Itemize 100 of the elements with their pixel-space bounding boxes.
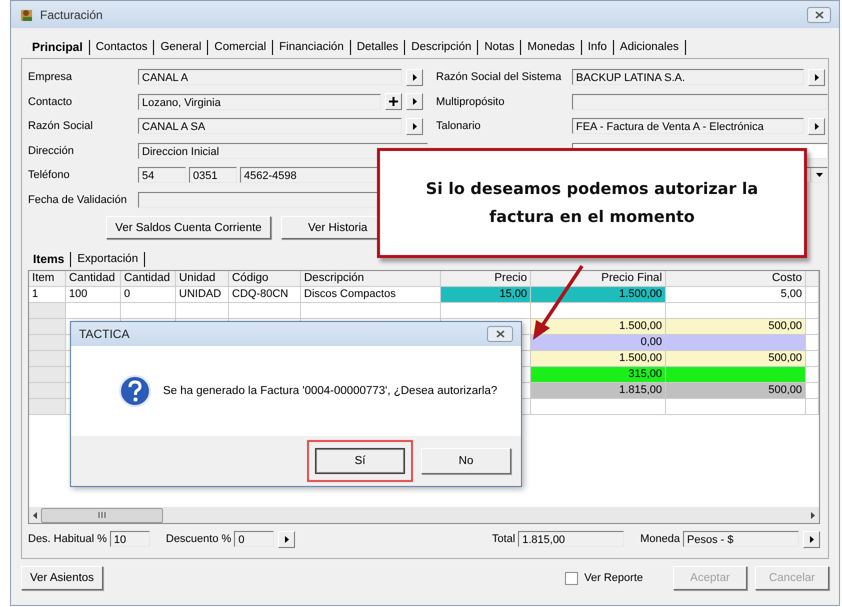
column-header[interactable]: Descripción (301, 271, 441, 287)
triangle-right-icon (412, 74, 416, 81)
field-label: Des. Habitual % (28, 533, 107, 545)
table-cell: 1.815,00 (531, 383, 666, 399)
table-cell: 0,00 (531, 335, 666, 351)
column-header[interactable]: Cantidad (66, 271, 121, 287)
column-header[interactable]: Código (229, 271, 301, 287)
table-cell: 15,00 (441, 287, 531, 303)
text-field[interactable]: 10 (110, 531, 150, 547)
field-label: Teléfono (28, 169, 71, 182)
tab[interactable]: Items (28, 252, 70, 266)
table-cell: 500,00 (666, 319, 806, 335)
lookup-button[interactable] (808, 118, 825, 135)
text-field[interactable]: CANAL A (138, 69, 402, 86)
column-header[interactable]: Item (29, 271, 66, 287)
scrollbar-thumb[interactable] (41, 508, 163, 522)
window-title: Facturación (40, 8, 103, 22)
text-field[interactable]: 0 (234, 531, 274, 547)
lookup-button[interactable] (803, 530, 820, 548)
table-cell: 500,00 (666, 383, 806, 399)
text-field[interactable]: FEA - Factura de Venta A - Electrónica (572, 118, 804, 134)
column-header[interactable]: Precio Final (531, 271, 666, 287)
column-header[interactable]: Unidad (176, 271, 229, 287)
field-label: Talonario (436, 120, 482, 132)
tab[interactable]: Financiación (274, 41, 349, 53)
question-icon (119, 375, 151, 407)
tab[interactable]: Monedas (522, 41, 580, 53)
column-header[interactable]: Costo (666, 271, 806, 287)
table-cell: 1.500,00 (531, 351, 666, 367)
table-cell: UNIDAD (176, 287, 229, 303)
close-button[interactable] (807, 6, 831, 22)
lookup-button[interactable] (406, 93, 423, 110)
field-label: Dirección (28, 144, 75, 157)
table-cell: 1.500,00 (531, 319, 666, 335)
tab[interactable]: Info (582, 41, 612, 53)
field-label: Razón Social del Sistema (436, 71, 562, 84)
phone-field[interactable]: 54 (138, 167, 186, 184)
close-icon (814, 10, 824, 18)
close-icon (496, 330, 504, 338)
table-cell: 500,00 (666, 351, 806, 367)
lookup-button[interactable] (406, 68, 423, 86)
triangle-right-icon (814, 122, 818, 130)
dialog-button[interactable]: No (421, 448, 511, 474)
phone-field[interactable]: 0351 (189, 167, 237, 184)
tab[interactable]: Contactos (90, 41, 152, 53)
triangle-right-icon (412, 122, 416, 130)
field-label: Fecha de Validación (28, 194, 128, 206)
checkbox[interactable] (565, 572, 578, 584)
triangle-right-icon[interactable] (811, 512, 815, 518)
dialog-message: Se ha generado la Factura '0004-00000773', ¿Desea autorizarla? (163, 385, 498, 397)
caret-icon (816, 173, 822, 178)
action-button[interactable]: Ver Saldos Cuenta Corriente (106, 216, 271, 239)
field-label: Contacto (28, 96, 74, 108)
add-button[interactable] (385, 93, 402, 110)
text-field[interactable]: Lozano, Virginia (138, 94, 381, 110)
tab[interactable]: Adicionales (614, 41, 684, 53)
table-cell: 5,00 (666, 287, 806, 303)
triangle-right-icon (412, 98, 416, 106)
text-field[interactable]: Pesos - $ (683, 531, 799, 547)
column-header[interactable]: Precio (441, 271, 531, 287)
lookup-button[interactable] (808, 68, 825, 86)
column-header (806, 271, 819, 287)
field-label: Moneda (640, 533, 680, 545)
ver-asientos-button[interactable]: Ver Asientos (21, 566, 103, 590)
text-field[interactable]: BACKUP LATINA S.A. (572, 69, 804, 86)
text-field[interactable] (572, 94, 828, 110)
dialog-button[interactable]: Sí (315, 448, 405, 474)
field-label: Total (492, 533, 516, 545)
table-cell: 1.500,00 (531, 287, 666, 303)
table-cell: 0 (121, 287, 176, 303)
text-field[interactable]: CANAL A SA (138, 118, 402, 134)
dialog-title: TACTICA (79, 327, 130, 341)
field-label: Razón Social (28, 120, 94, 132)
grip-icon (98, 512, 106, 518)
lookup-button[interactable] (406, 118, 423, 135)
tab[interactable]: Principal (27, 40, 88, 54)
close-button[interactable] (487, 326, 513, 342)
tab[interactable]: Detalles (352, 41, 404, 53)
horizontal-scrollbar[interactable] (29, 507, 819, 523)
table-cell: 315,00 (531, 367, 666, 383)
table-cell: 100 (66, 287, 121, 303)
triangle-right-icon (810, 536, 814, 542)
column-header[interactable]: Cantidad (121, 271, 176, 287)
triangle-right-icon (814, 74, 818, 81)
field-label: Multipropósito (436, 96, 506, 108)
tab[interactable]: Notas (479, 41, 520, 53)
text-field[interactable]: 1.815,00 (518, 531, 624, 547)
lookup-button[interactable] (278, 530, 296, 548)
triangle-right-icon (284, 536, 289, 542)
tab[interactable]: Comercial (209, 41, 272, 53)
tab[interactable]: Exportación (72, 253, 144, 265)
triangle-left-icon[interactable] (33, 512, 37, 518)
tab[interactable]: General (155, 41, 206, 53)
plus-icon (389, 97, 398, 106)
field-label: Empresa (28, 71, 74, 84)
checkbox-label: Ver Reporte (584, 572, 643, 584)
field-label: Descuento % (166, 533, 232, 545)
table-cell: CDQ-80CN (229, 287, 301, 303)
table-cell: Discos Compactos (301, 287, 441, 303)
tab[interactable]: Descripción (406, 41, 476, 53)
